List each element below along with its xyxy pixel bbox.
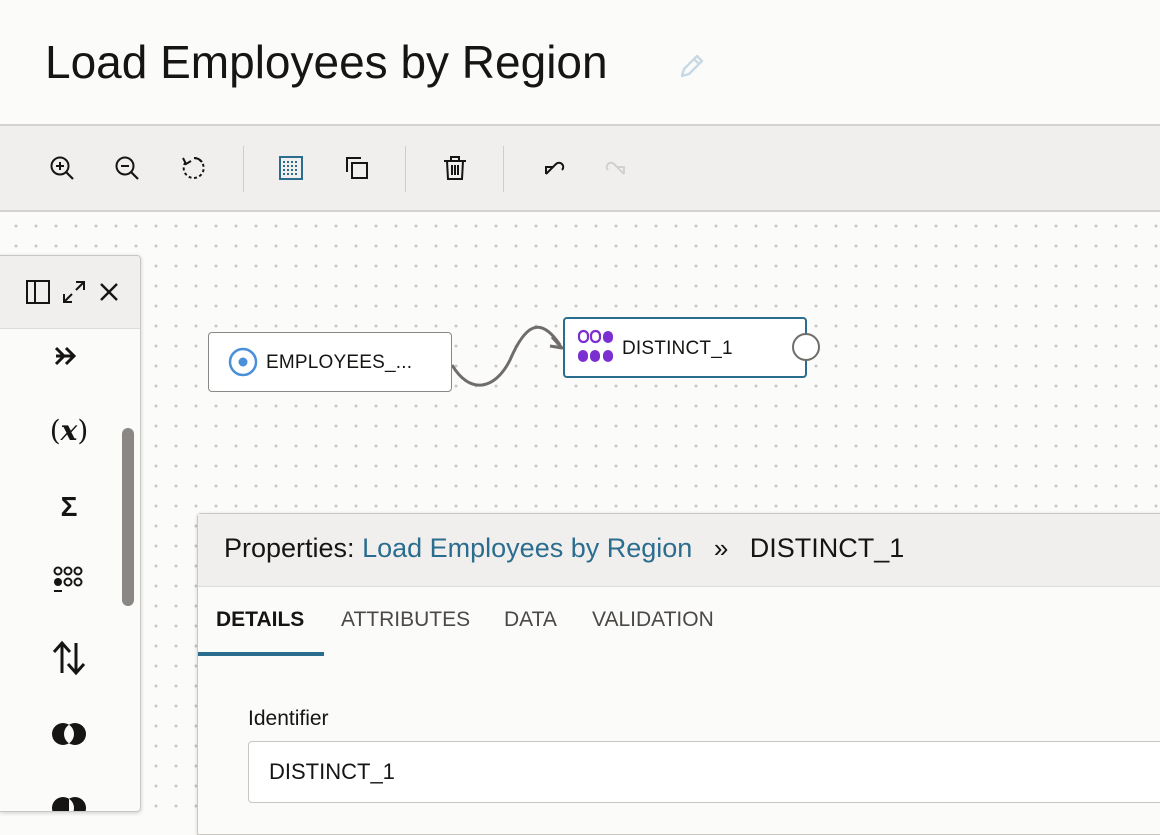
delete-icon[interactable] [439, 152, 471, 184]
properties-header: Properties: Load Employees by Region » D… [198, 514, 1160, 587]
expression-icon[interactable]: (x) [40, 408, 98, 452]
reset-zoom-icon[interactable] [178, 152, 210, 184]
properties-panel: Properties: Load Employees by Region » D… [197, 513, 1160, 835]
toolbar-divider [503, 146, 504, 192]
zoom-out-icon[interactable] [111, 152, 143, 184]
tab-details[interactable]: DETAILS [216, 608, 304, 632]
page-title: Load Employees by Region [45, 36, 608, 88]
close-icon[interactable] [95, 278, 123, 306]
panel-icon[interactable] [24, 278, 52, 306]
distinct-icon[interactable] [40, 559, 98, 603]
identifier-input[interactable] [248, 741, 1160, 803]
more-operators-icon[interactable] [40, 786, 98, 811]
breadcrumb-separator: » [713, 533, 729, 563]
source-node-label: EMPLOYEES_... [266, 352, 413, 373]
diagram-toolbar [0, 124, 1160, 212]
toolbar-divider [405, 146, 406, 192]
breadcrumb-current: DISTINCT_1 [749, 533, 905, 563]
toolbar-divider [243, 146, 244, 192]
expand-icon[interactable] [60, 278, 88, 306]
sort-icon[interactable] [40, 636, 98, 680]
copy-icon[interactable] [341, 152, 373, 184]
properties-prefix: Properties: [224, 533, 355, 563]
tab-data[interactable]: DATA [504, 608, 557, 632]
properties-breadcrumb: Properties: Load Employees by Region » D… [224, 533, 904, 564]
palette-scrollbar[interactable] [122, 428, 134, 606]
source-icon [228, 347, 258, 377]
grid-icon[interactable] [275, 152, 307, 184]
pencil-icon[interactable] [676, 50, 708, 82]
breadcrumb-link[interactable]: Load Employees by Region [362, 533, 692, 563]
sigma-icon[interactable]: Σ [40, 485, 98, 529]
distinct-icon [577, 329, 613, 362]
palette-header [0, 256, 140, 329]
active-tab-indicator [198, 652, 324, 656]
distinct-node[interactable]: DISTINCT_1 [563, 317, 807, 378]
flow-connector[interactable] [440, 310, 580, 400]
operator-palette: (x) Σ [0, 255, 141, 812]
tab-attributes[interactable]: ATTRIBUTES [341, 608, 470, 632]
tab-validation[interactable]: VALIDATION [592, 608, 714, 632]
source-node[interactable]: EMPLOYEES_... [208, 332, 452, 392]
join-icon[interactable] [40, 712, 98, 756]
chevrons-right-icon[interactable] [40, 334, 98, 378]
distinct-node-label: DISTINCT_1 [622, 338, 733, 359]
undo-icon[interactable] [536, 152, 568, 184]
identifier-label: Identifier [248, 707, 329, 730]
zoom-in-icon[interactable] [46, 152, 78, 184]
redo-icon[interactable] [602, 152, 634, 184]
page-header: Load Employees by Region [0, 0, 1160, 124]
output-port[interactable] [792, 333, 820, 361]
